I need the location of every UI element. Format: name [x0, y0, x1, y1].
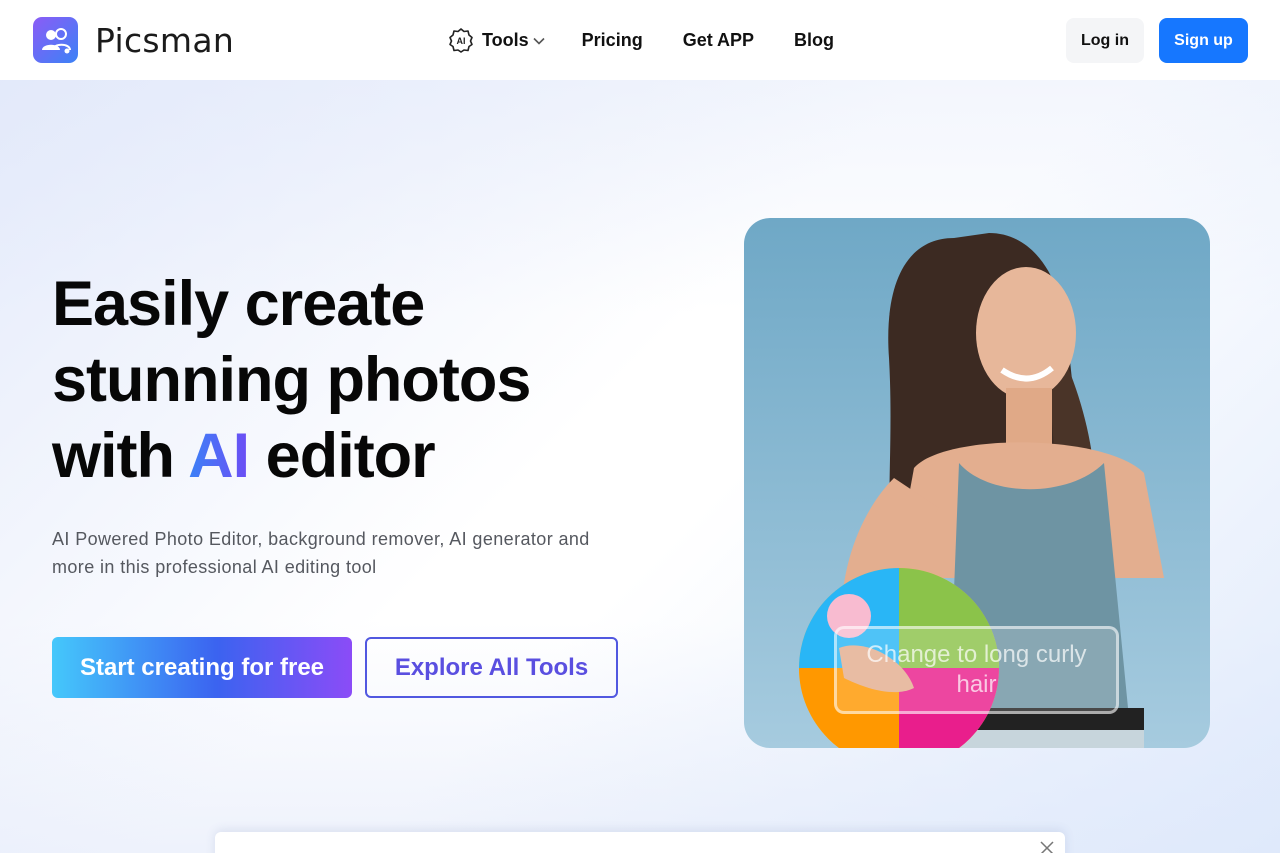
photo-prompt-chip: Change to long curly hair	[834, 626, 1119, 714]
headline-with: with	[52, 421, 175, 491]
bottom-panel	[215, 832, 1065, 853]
chevron-down-icon	[533, 37, 545, 45]
hero-subtitle: AI Powered Photo Editor, background remo…	[52, 529, 590, 577]
close-icon[interactable]	[1037, 838, 1057, 853]
hero-photo: Change to long curly hair	[744, 218, 1210, 748]
headline-line-1: Easily create	[52, 269, 425, 339]
headline-line-2: stunning photos	[52, 345, 531, 415]
headline-editor: editor	[265, 421, 436, 491]
nav-blog[interactable]: Blog	[794, 26, 834, 54]
nav-pricing[interactable]: Pricing	[582, 26, 643, 54]
nav-tools-dropdown[interactable]: AI Tools	[448, 26, 546, 54]
nav-get-app[interactable]: Get APP	[683, 26, 754, 54]
hero-section: Easily create stunning photos with AI ed…	[0, 80, 1280, 853]
login-button[interactable]: Log in	[1066, 18, 1144, 63]
picsman-logo-icon	[33, 17, 78, 63]
hero-headline: Easily create stunning photos with AI ed…	[52, 266, 652, 494]
start-creating-button[interactable]: Start creating for free	[52, 637, 352, 698]
ai-badge-text: AI	[457, 36, 466, 46]
signup-button[interactable]: Sign up	[1159, 18, 1248, 63]
nav-tools-label: Tools	[482, 29, 529, 50]
brand-name: Picsman	[95, 20, 235, 60]
top-header: Picsman AI Tools Pricing Get APP Blog Lo…	[0, 0, 1280, 80]
ai-badge-icon: AI	[449, 28, 473, 53]
explore-tools-button[interactable]: Explore All Tools	[365, 637, 618, 698]
headline-ai-highlight: AI	[188, 421, 250, 491]
main-nav: AI Tools Pricing Get APP Blog	[448, 26, 874, 54]
brand-logo[interactable]: Picsman	[33, 17, 234, 63]
